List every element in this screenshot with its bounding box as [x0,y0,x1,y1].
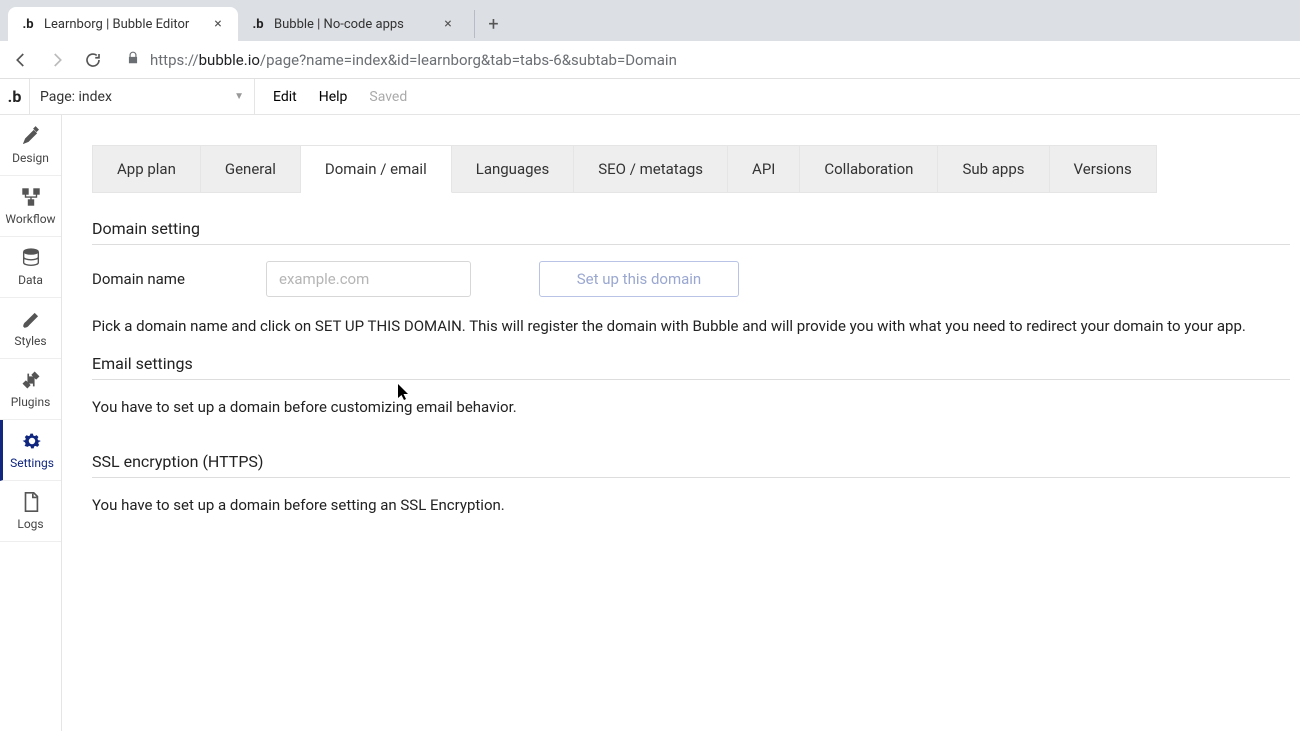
sidebar-item-label: Logs [17,517,43,531]
tab-sub-apps[interactable]: Sub apps [938,145,1049,193]
sidebar-item-label: Data [18,273,43,287]
tab-api[interactable]: API [728,145,800,193]
ssl-help-text: You have to set up a domain before setti… [92,494,1262,517]
tab-domain-email[interactable]: Domain / email [301,145,452,193]
app-menu: Edit Help Saved [255,89,407,105]
new-tab-button[interactable]: + [474,10,502,38]
section-title-email: Email settings [92,346,1290,380]
left-sidebar: Design Workflow Data Styles Plugins Sett… [0,115,62,731]
browser-tab-2[interactable]: .b Bubble | No-code apps × [238,7,468,41]
domain-help-text: Pick a domain name and click on SET UP T… [92,315,1262,338]
favicon-bubble-icon: .b [250,16,266,32]
sidebar-item-design[interactable]: Design [0,115,61,176]
tab-versions[interactable]: Versions [1050,145,1157,193]
section-title-ssl: SSL encryption (HTTPS) [92,444,1290,478]
domain-name-label: Domain name [92,270,242,288]
back-button[interactable] [10,49,32,71]
tab-app-plan[interactable]: App plan [92,145,201,193]
tab-general[interactable]: General [201,145,301,193]
lock-icon [126,51,140,69]
browser-tabstrip: .b Learnborg | Bubble Editor × .b Bubble… [0,0,1300,41]
sidebar-item-label: Workflow [5,212,55,226]
url-text: https://bubble.io/page?name=index&id=lea… [150,51,677,69]
menu-help[interactable]: Help [319,89,348,105]
bubble-logo-icon[interactable]: .b [0,79,30,115]
sidebar-item-styles[interactable]: Styles [0,298,61,359]
close-icon[interactable]: × [210,16,226,32]
domain-name-input[interactable] [266,261,471,297]
sidebar-item-label: Design [12,151,49,165]
page-picker[interactable]: Page: index ▼ [30,79,255,114]
page-picker-label: Page: index [40,89,112,105]
browser-tab-title: Bubble | No-code apps [274,17,434,32]
tab-seo-metatags[interactable]: SEO / metatags [574,145,728,193]
browser-tab-1[interactable]: .b Learnborg | Bubble Editor × [8,7,238,41]
tab-collaboration[interactable]: Collaboration [800,145,938,193]
tab-languages[interactable]: Languages [452,145,575,193]
browser-address-bar: https://bubble.io/page?name=index&id=lea… [0,41,1300,79]
sidebar-item-label: Plugins [11,395,51,409]
sidebar-item-plugins[interactable]: Plugins [0,359,61,420]
email-help-text: You have to set up a domain before custo… [92,396,1262,419]
setup-domain-button[interactable]: Set up this domain [539,261,739,297]
menu-saved: Saved [369,89,407,105]
reload-button[interactable] [82,49,104,71]
menu-edit[interactable]: Edit [273,89,297,105]
sidebar-item-workflow[interactable]: Workflow [0,176,61,237]
sidebar-item-data[interactable]: Data [0,237,61,298]
sidebar-item-label: Styles [14,334,46,348]
settings-content: App plan General Domain / email Language… [62,115,1300,731]
browser-tab-title: Learnborg | Bubble Editor [44,17,204,32]
sidebar-item-label: Settings [10,456,54,470]
section-title-domain: Domain setting [92,211,1290,245]
sidebar-item-logs[interactable]: Logs [0,481,61,542]
url-field[interactable]: https://bubble.io/page?name=index&id=lea… [118,51,1290,69]
chevron-down-icon: ▼ [234,91,244,102]
settings-tabs: App plan General Domain / email Language… [92,145,1300,193]
app-top-bar: .b Page: index ▼ Edit Help Saved [0,79,1300,115]
sidebar-item-settings[interactable]: Settings [0,420,61,481]
close-icon[interactable]: × [440,16,456,32]
favicon-bubble-icon: .b [20,16,36,32]
forward-button[interactable] [46,49,68,71]
